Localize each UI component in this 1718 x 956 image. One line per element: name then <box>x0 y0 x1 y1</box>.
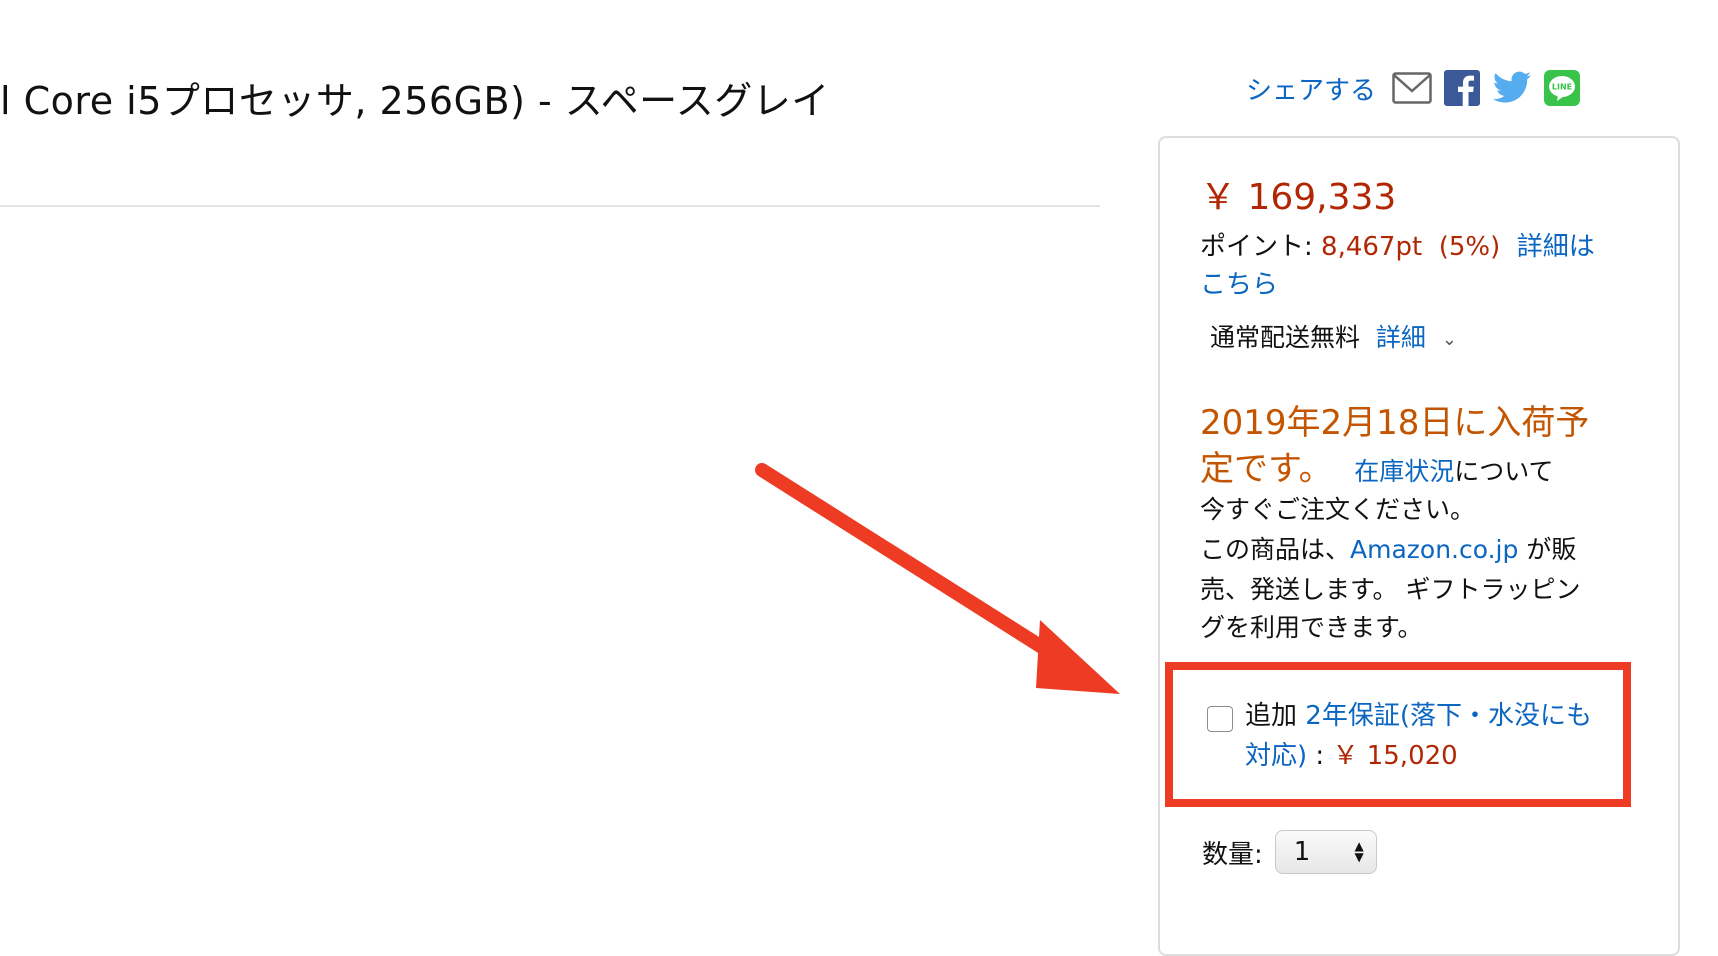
points-value: 8,467pt <box>1321 232 1423 262</box>
warranty-option: 追加 2年保証(落下・水没にも 対応) : ￥ 15,020 <box>1245 696 1592 776</box>
quantity-value: 1 <box>1293 837 1311 867</box>
product-title: l Core i5プロセッサ, 256GB) - スペースグレイ <box>0 79 830 123</box>
seller-line-2: 売、発送します。 ギフトラッピン <box>1200 575 1581 604</box>
shipping-details-link[interactable]: 詳細 <box>1376 323 1426 352</box>
mail-icon[interactable] <box>1392 70 1432 106</box>
order-now-text: 今すぐご注文ください。 <box>1200 495 1476 524</box>
price: ￥ 169,333 <box>1200 177 1397 218</box>
warranty-highlight-box: 追加 2年保証(落下・水没にも 対応) : ￥ 15,020 <box>1165 662 1631 807</box>
seller-suffix: が販 <box>1518 535 1577 564</box>
quantity-row: 数量: 1 ▲ ▼ <box>1202 830 1377 874</box>
title-divider <box>0 205 1100 207</box>
availability-text: 定です。 <box>1200 449 1333 489</box>
warranty-price: ￥ 15,020 <box>1332 741 1458 771</box>
warranty-prefix: 追加 <box>1245 701 1298 731</box>
points-percent: (5%) <box>1438 232 1501 262</box>
shipping-label: 通常配送無料 <box>1210 323 1361 352</box>
annotation-arrowhead-icon <box>1036 620 1120 694</box>
facebook-icon[interactable] <box>1442 70 1482 106</box>
twitter-icon[interactable] <box>1492 70 1532 106</box>
stock-suffix: について <box>1454 457 1554 486</box>
seller-line-1: この商品は、Amazon.co.jp が販 <box>1200 530 1576 566</box>
points-label: ポイント: <box>1200 232 1313 262</box>
points-details-link-cont[interactable]: こちら <box>1200 264 1278 301</box>
chevron-down-icon[interactable]: ⌄ <box>1442 329 1457 350</box>
share-bar: シェアする LINE <box>1246 66 1582 110</box>
amazon-seller-link[interactable]: Amazon.co.jp <box>1350 535 1518 564</box>
availability-line-2: 定です。 在庫状況について <box>1200 446 1589 495</box>
line-icon[interactable]: LINE <box>1542 70 1582 106</box>
warranty-link[interactable]: 2年保証(落下・水没にも <box>1305 701 1592 731</box>
stock-status-link[interactable]: 在庫状況 <box>1354 457 1454 486</box>
seller-line-3: グを利用できます。 <box>1200 613 1423 642</box>
share-label[interactable]: シェアする <box>1246 70 1376 107</box>
availability-message: 2019年2月18日に入荷予 定です。 在庫状況について <box>1200 400 1589 495</box>
svg-text:LINE: LINE <box>1552 83 1572 92</box>
points-details-link[interactable]: 詳細は <box>1517 232 1595 262</box>
quantity-label: 数量: <box>1202 839 1263 870</box>
availability-line-1: 2019年2月18日に入荷予 <box>1200 403 1590 443</box>
warranty-checkbox[interactable] <box>1207 706 1233 732</box>
seller-prefix: この商品は、 <box>1200 535 1351 564</box>
select-arrows-icon: ▲ ▼ <box>1354 839 1364 864</box>
shipping-line: 通常配送無料 詳細 ⌄ <box>1210 318 1457 354</box>
quantity-select[interactable]: 1 ▲ ▼ <box>1274 830 1377 874</box>
points-line: ポイント: 8,467pt (5%) 詳細は <box>1200 226 1595 263</box>
warranty-separator: : <box>1307 741 1333 771</box>
warranty-link-cont[interactable]: 対応) <box>1245 741 1307 771</box>
